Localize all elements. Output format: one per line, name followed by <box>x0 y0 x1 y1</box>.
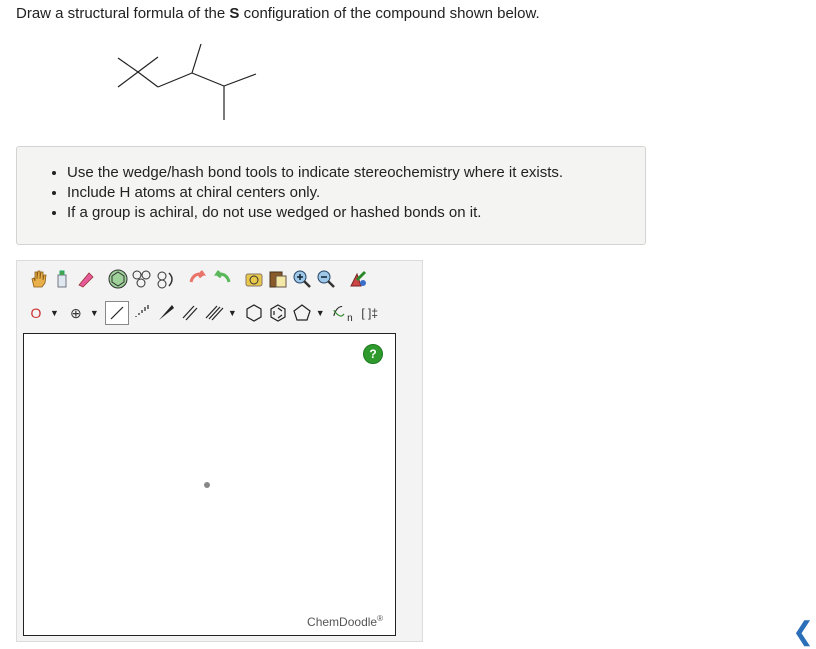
zoom-out-icon[interactable] <box>315 268 337 290</box>
chevron-down-icon[interactable]: ▼ <box>50 308 59 318</box>
chevron-down-icon[interactable]: ▼ <box>90 308 99 318</box>
bond <box>191 43 202 74</box>
triple-bond-icon[interactable] <box>203 302 225 324</box>
instruction-item: Include H atoms at chiral centers only. <box>67 183 645 203</box>
question-prompt: Draw a structural formula of the S confi… <box>16 5 540 22</box>
redo-icon[interactable] <box>211 268 233 290</box>
ring-template-icon[interactable] <box>107 268 129 290</box>
chevron-down-icon[interactable]: ▼ <box>316 308 325 318</box>
drawing-canvas[interactable]: ? ChemDoodle® <box>23 333 396 636</box>
element-label: O <box>30 305 42 321</box>
chevron-down-icon[interactable]: ▼ <box>228 308 237 318</box>
toolbar-row-1 <box>27 265 371 293</box>
chain-template-icon[interactable] <box>155 268 177 290</box>
charge-button[interactable]: ⊕ <box>65 302 87 324</box>
brand-name: ChemDoodle <box>307 615 378 629</box>
cyclohexane-icon[interactable] <box>243 302 265 324</box>
wedge-bond-icon[interactable] <box>155 302 177 324</box>
instruction-item: Use the wedge/hash bond tools to indicat… <box>67 163 645 183</box>
question-config: S <box>229 5 240 22</box>
question-prefix: Draw a structural formula of the <box>16 5 230 22</box>
question-suffix: configuration of the compound shown belo… <box>239 5 540 22</box>
bond <box>137 56 159 73</box>
template-icon[interactable] <box>131 268 153 290</box>
double-bond-icon[interactable] <box>179 302 201 324</box>
charge-label: ⊕ <box>70 304 82 321</box>
bond <box>117 71 139 88</box>
bond <box>223 73 257 87</box>
lasso-icon[interactable] <box>51 268 73 290</box>
hash-bond-icon[interactable] <box>131 302 153 324</box>
chemdoodle-brand: ChemDoodle® <box>307 614 383 629</box>
bond <box>137 71 159 88</box>
chemdoodle-editor: O ▼ ⊕ ▼ ▼ ▼ n []‡ ? ChemDoodle® <box>16 260 423 642</box>
bond <box>191 72 225 87</box>
help-icon[interactable]: ? <box>363 344 383 364</box>
copy-icon[interactable] <box>243 268 265 290</box>
undo-icon[interactable] <box>187 268 209 290</box>
cyclopentane-icon[interactable] <box>291 302 313 324</box>
element-selector[interactable]: O <box>25 302 47 324</box>
hand-icon[interactable] <box>27 268 49 290</box>
sgroup-label: n <box>347 312 353 324</box>
instruction-item: If a group is achiral, do not use wedged… <box>67 203 645 223</box>
toolbar-row-2: O ▼ ⊕ ▼ ▼ ▼ n []‡ <box>25 299 387 327</box>
zoom-in-icon[interactable] <box>291 268 313 290</box>
brand-mark: ® <box>377 614 383 623</box>
canvas-center-marker <box>204 482 210 488</box>
instructions-box: Use the wedge/hash bond tools to indicat… <box>16 146 646 245</box>
clean-icon[interactable] <box>347 268 369 290</box>
paste-icon[interactable] <box>267 268 289 290</box>
benzene-icon[interactable] <box>267 302 289 324</box>
eraser-icon[interactable] <box>75 268 97 290</box>
bracket-button[interactable]: [ ]‡ <box>355 302 385 324</box>
bracket-label: [ ]‡ <box>361 306 379 320</box>
bond <box>157 72 193 88</box>
bond <box>117 57 139 73</box>
chevron-left-icon[interactable]: ❮ <box>792 616 814 647</box>
skeletal-structure <box>117 43 257 120</box>
sgroup-icon[interactable]: n <box>331 302 353 324</box>
single-bond-icon[interactable] <box>104 301 129 325</box>
